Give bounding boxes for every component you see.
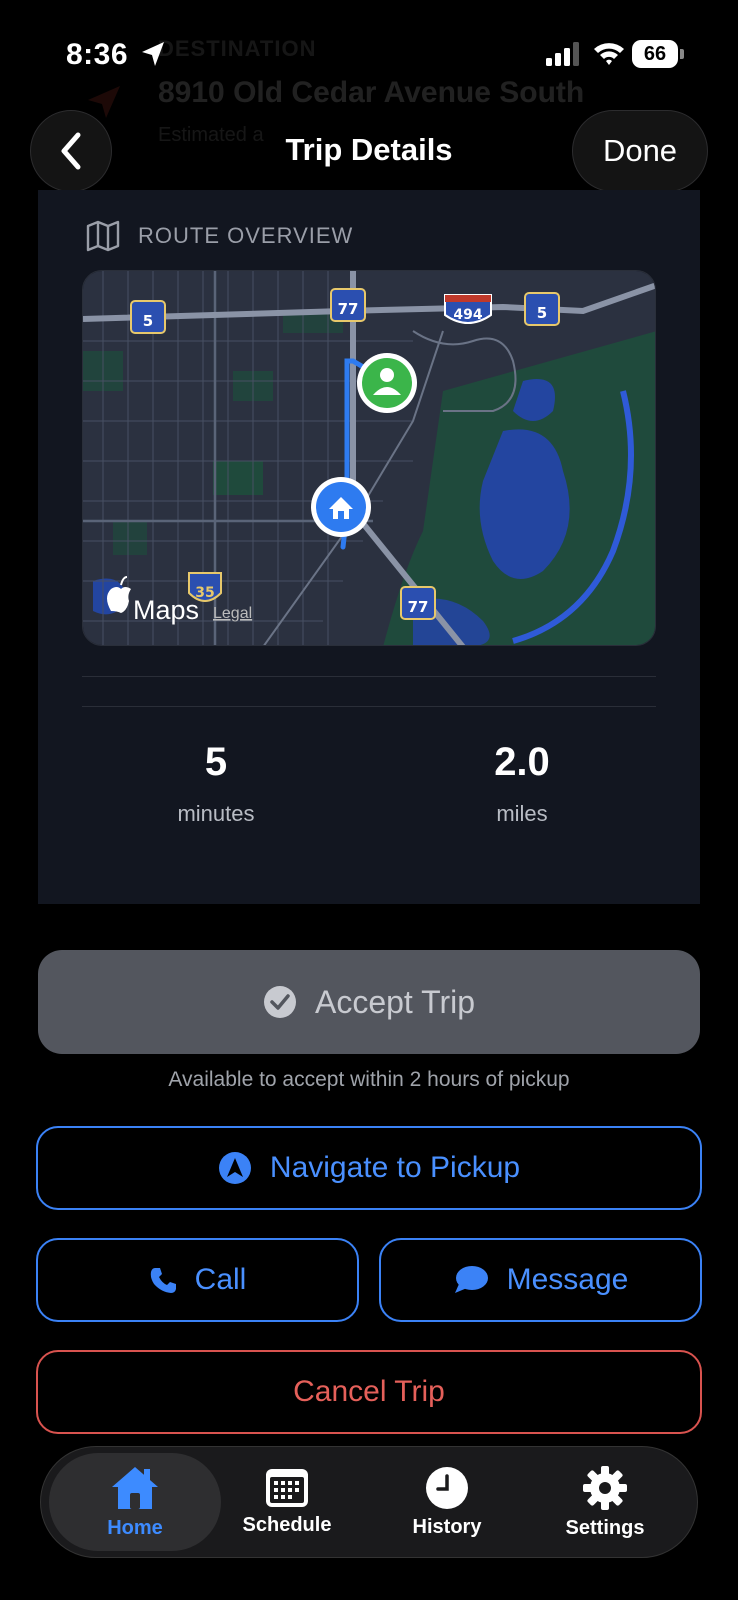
message-label: Message xyxy=(506,1263,629,1296)
maps-attribution: Maps xyxy=(133,595,199,625)
tab-home-label: Home xyxy=(107,1516,163,1539)
clock-icon xyxy=(426,1466,468,1509)
navigate-to-pickup-button[interactable]: Navigate to Pickup xyxy=(36,1126,702,1210)
call-button[interactable]: Call xyxy=(36,1238,359,1322)
map-icon xyxy=(86,220,120,252)
tab-history-label: History xyxy=(412,1515,482,1538)
status-time: 8:36 xyxy=(66,38,129,71)
tab-schedule-label: Schedule xyxy=(242,1513,332,1536)
navigate-label: Navigate to Pickup xyxy=(269,1151,521,1184)
accept-availability-note: Available to accept within 2 hours of pi… xyxy=(168,1068,570,1091)
tab-settings-label: Settings xyxy=(565,1516,645,1539)
route-map[interactable]: 5 77 494 5 35 77 Maps Legal xyxy=(82,270,656,646)
tab-settings[interactable]: Settings xyxy=(519,1453,691,1551)
route-card: ROUTE OVERVIEW 5 77 494 5 35 77 Maps Leg… xyxy=(38,190,700,904)
tab-history[interactable]: History xyxy=(361,1453,533,1551)
call-label: Call xyxy=(194,1263,247,1296)
svg-text:494: 494 xyxy=(453,307,482,323)
route-overview-header: ROUTE OVERVIEW xyxy=(86,220,353,252)
tab-schedule[interactable]: Schedule xyxy=(201,1453,373,1551)
battery-level: 66 xyxy=(643,43,667,65)
chat-bubble-icon xyxy=(454,1266,488,1293)
highway-shield-5-east: 5 xyxy=(524,292,560,326)
calendar-icon xyxy=(266,1468,308,1507)
wifi-icon xyxy=(594,43,624,65)
distance-value: 2.0 xyxy=(494,740,550,784)
cellular-signal-icon xyxy=(546,42,579,66)
svg-text:77: 77 xyxy=(408,598,429,616)
checkmark-circle-icon xyxy=(263,986,296,1018)
message-button[interactable]: Message xyxy=(379,1238,702,1322)
duration-stat: 5 minutes xyxy=(116,740,316,827)
divider xyxy=(82,676,656,677)
destination-home-pin-icon[interactable] xyxy=(311,477,371,537)
route-overview-label: ROUTE OVERVIEW xyxy=(138,223,354,248)
location-arrow-icon xyxy=(142,42,164,66)
highway-shield-5-west: 5 xyxy=(130,300,166,334)
gear-icon xyxy=(583,1465,627,1510)
navigation-arrow-circle-icon xyxy=(218,1152,251,1184)
duration-value: 5 xyxy=(204,740,228,784)
home-icon xyxy=(112,1466,158,1509)
accept-trip-button[interactable]: Accept Trip xyxy=(38,950,700,1054)
legal-link[interactable]: Legal xyxy=(213,605,252,622)
tab-bar: Home Schedule History Settings xyxy=(40,1446,698,1558)
status-bar: 8:36 66 xyxy=(0,0,738,100)
duration-unit: minutes xyxy=(177,801,255,826)
pickup-person-pin-icon[interactable] xyxy=(357,353,417,413)
highway-shield-77-north: 77 xyxy=(330,288,366,322)
divider xyxy=(82,706,656,707)
battery-indicator: 66 xyxy=(632,40,684,68)
svg-text:5: 5 xyxy=(537,304,547,322)
cancel-trip-button[interactable]: Cancel Trip xyxy=(36,1350,702,1434)
distance-stat: 2.0 miles xyxy=(422,740,622,827)
accept-trip-label: Accept Trip xyxy=(314,983,476,1020)
phone-icon xyxy=(150,1268,176,1293)
highway-shield-77-south: 77 xyxy=(400,586,436,620)
done-button[interactable]: Done xyxy=(572,110,708,192)
svg-text:5: 5 xyxy=(143,312,153,330)
interstate-shield-494: 494 xyxy=(444,294,492,324)
svg-text:77: 77 xyxy=(338,300,359,318)
distance-unit: miles xyxy=(496,801,548,826)
tab-home[interactable]: Home xyxy=(49,1453,221,1551)
